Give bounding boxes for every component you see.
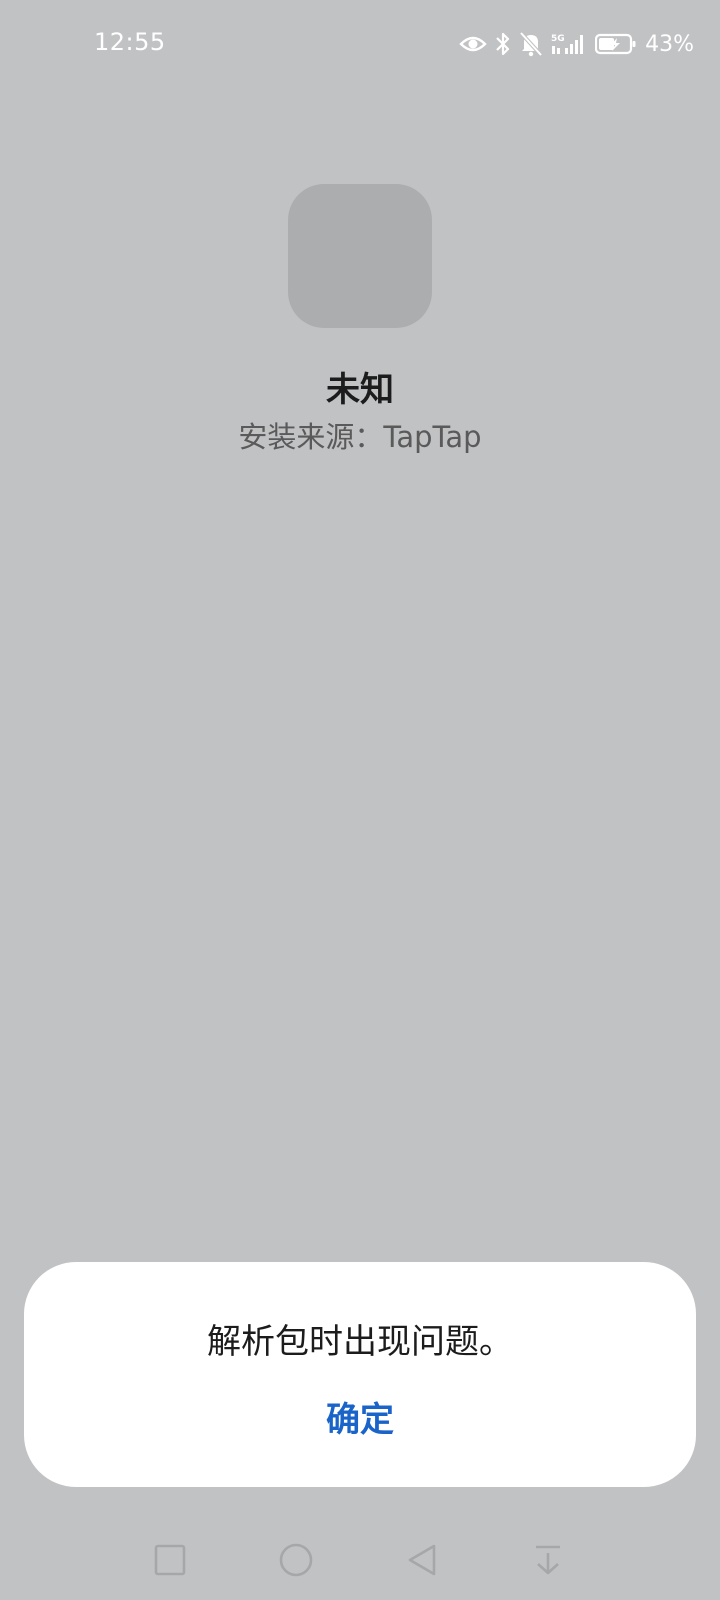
error-dialog: 解析包时出现问题。 确定 bbox=[24, 1262, 696, 1487]
confirm-button[interactable]: 确定 bbox=[260, 1388, 460, 1452]
status-time: 12:55 bbox=[94, 28, 166, 56]
status-bar: 12:55 5G 43% bbox=[0, 0, 720, 90]
install-source: 安装来源：TapTap bbox=[238, 420, 482, 454]
battery-charging-icon bbox=[595, 33, 637, 55]
status-icons: 5G 43% bbox=[459, 28, 694, 60]
battery-percent: 43% bbox=[645, 31, 694, 57]
bluetooth-icon bbox=[495, 31, 511, 57]
eye-icon bbox=[459, 34, 487, 54]
home-circle-icon[interactable] bbox=[266, 1530, 326, 1590]
svg-text:5G: 5G bbox=[551, 34, 565, 44]
notification-pull-icon[interactable] bbox=[518, 1530, 578, 1590]
app-name: 未知 bbox=[326, 370, 394, 410]
navigation-bar bbox=[0, 1530, 720, 1590]
recents-square-icon[interactable] bbox=[140, 1530, 200, 1590]
back-triangle-icon[interactable] bbox=[392, 1530, 452, 1590]
app-icon-placeholder bbox=[288, 184, 432, 328]
dialog-message: 解析包时出现问题。 bbox=[207, 1322, 513, 1362]
mute-bell-icon bbox=[519, 31, 543, 57]
5g-signal-icon: 5G bbox=[551, 32, 587, 56]
